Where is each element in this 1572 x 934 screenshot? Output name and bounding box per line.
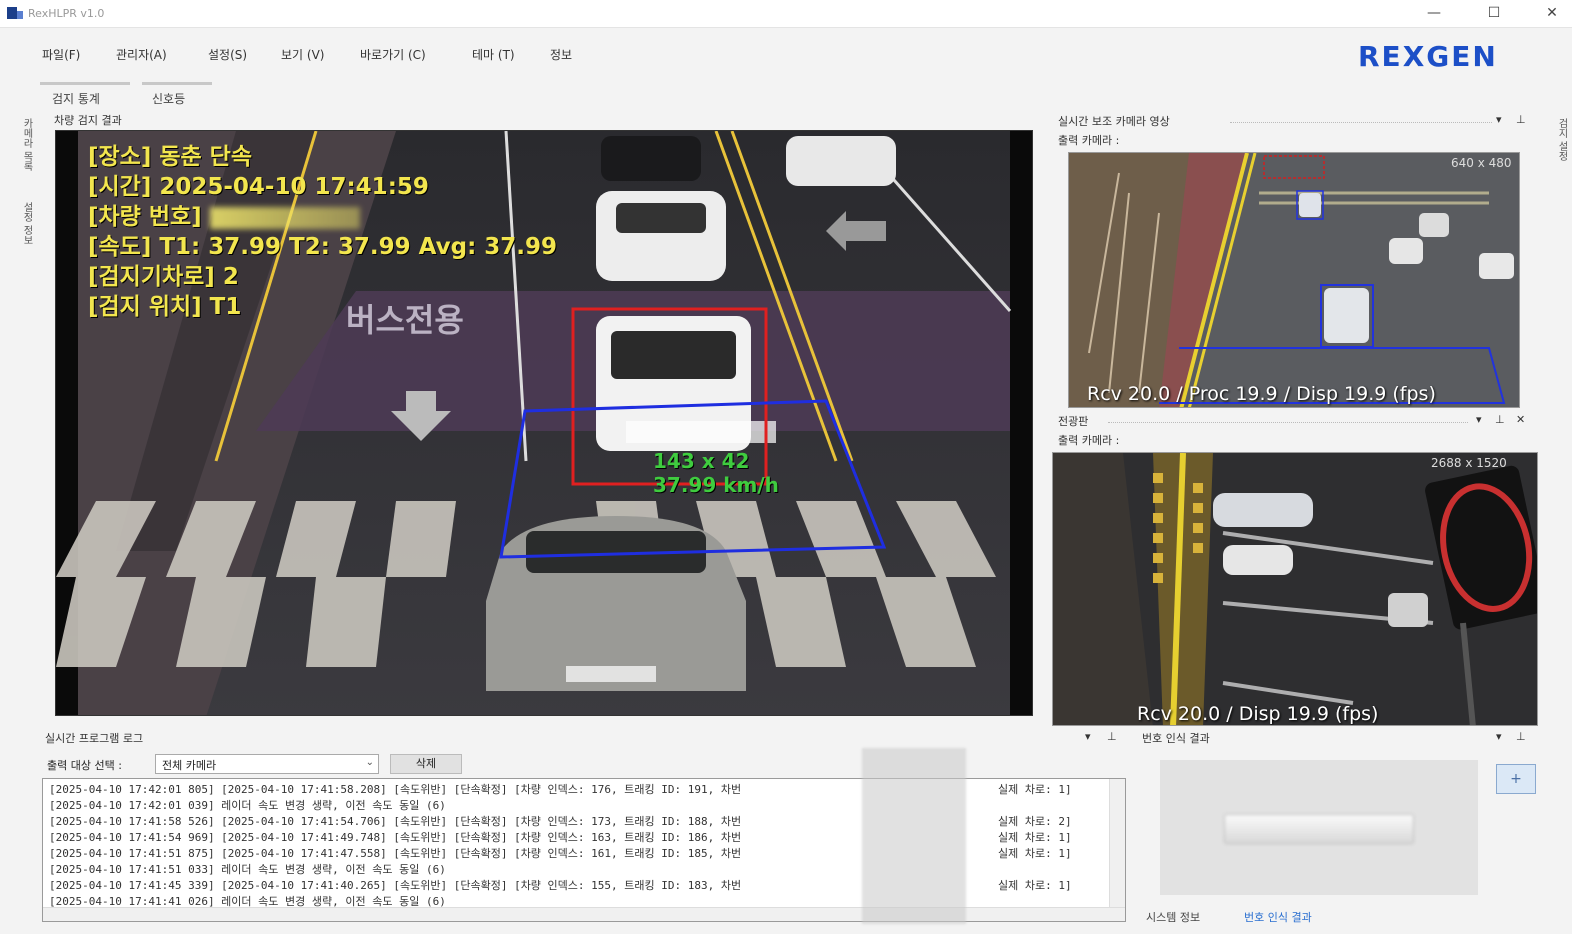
tab-underline (40, 82, 130, 85)
tab-system-info[interactable]: 시스템 정보 (1146, 909, 1200, 925)
tab-detect-stats[interactable]: 검지 통계 (52, 90, 100, 107)
panorama-fps: Rcv 20.0 / Disp 19.9 (fps) (1137, 703, 1379, 725)
plate-action-button[interactable]: + (1496, 764, 1536, 794)
pin-icon[interactable]: ⊥ (1516, 113, 1526, 126)
log-line: [2025-04-10 17:42:01 805] [2025-04-10 17… (49, 783, 742, 796)
minimize-button[interactable]: — (1420, 2, 1448, 24)
pin-icon[interactable]: ⊥ (1516, 730, 1526, 743)
redaction-blur (862, 748, 966, 924)
log-line: [2025-04-10 17:41:45 339] [2025-04-10 17… (49, 879, 742, 892)
log-line: [2025-04-10 17:42:01 039] 레이더 속도 변경 생략, … (49, 799, 446, 812)
dropdown-icon[interactable]: ▾ (1085, 730, 1091, 743)
app-icon (7, 7, 23, 19)
overlay-location: [장소] 동춘 단속 (88, 144, 252, 170)
menu-bar: 파일(F) 관리자(A) 설정(S) 보기 (V) 바로가기 (C) 테마 (T… (0, 28, 1572, 80)
menu-file[interactable]: 파일(F) (42, 46, 80, 63)
side-tab-camera-list[interactable]: 카메라 목록 (14, 118, 34, 171)
log-line: [2025-04-10 17:41:58 526] [2025-04-10 17… (49, 815, 742, 828)
tab-traffic-light[interactable]: 신호등 (152, 90, 185, 107)
log-target-value: 전체 카메라 (162, 759, 217, 772)
log-vertical-scrollbar[interactable] (1109, 779, 1125, 907)
dropdown-icon[interactable]: ▾ (1476, 413, 1482, 426)
dropdown-icon[interactable]: ▾ (1496, 730, 1502, 743)
panorama-subtitle: 출력 카메라 : (1058, 434, 1120, 447)
overlay-time: [시간] 2025-04-10 17:41:59 (88, 174, 429, 200)
log-line: [2025-04-10 17:41:51 875] [2025-04-10 17… (49, 847, 742, 860)
log-line-tail: 실제 차로: 2] (998, 815, 1072, 828)
right-dock-tabs: 검지 설정 (1545, 110, 1571, 200)
license-plate-image (1224, 814, 1414, 844)
aux-fps: Rcv 20.0 / Proc 19.9 / Disp 19.9 (fps) (1087, 383, 1436, 405)
menu-shortcut[interactable]: 바로가기 (C) (360, 46, 426, 63)
side-tab-settings-info[interactable]: 설정 정보 (14, 202, 34, 245)
panorama-resolution: 2688 x 1520 (1431, 456, 1507, 470)
main-panel-caption: 차량 검지 결과 (54, 114, 122, 127)
log-panel-header: 실시간 프로그램 로그 ▾ ⊥ (45, 730, 1125, 748)
log-line-tail: 실제 차로: 1] (998, 879, 1072, 892)
menu-info[interactable]: 정보 (550, 46, 572, 63)
pin-icon[interactable]: ⊥ (1107, 730, 1117, 743)
main-video-feed[interactable]: 버스전용 [장소] 동춘 단속 [시간] 2025-04-10 17:41:59… (55, 130, 1033, 716)
aux-camera-title: 실시간 보조 카메라 영상 (1058, 115, 1170, 128)
overlay-position: [검지 위치] T1 (88, 294, 242, 320)
close-icon[interactable]: ✕ (1516, 413, 1525, 426)
aux-camera-header: 실시간 보조 카메라 영상 ▾ ⊥ (1058, 113, 1536, 131)
overlay-plate: [차량 번호] (88, 197, 360, 231)
aux-camera-feed[interactable]: 640 x 480 Rcv 20.0 / Proc 19.9 / Disp 19… (1068, 152, 1520, 408)
menu-admin[interactable]: 관리자(A) (116, 46, 167, 63)
log-line-tail: 실제 차로: 1] (998, 783, 1072, 796)
detection-speed: 37.99 km/h (653, 473, 779, 497)
panorama-header: 전광판 ▾ ⊥ ✕ (1058, 413, 1536, 431)
aux-resolution: 640 x 480 (1451, 156, 1512, 170)
pin-icon[interactable]: ⊥ (1495, 413, 1505, 426)
log-line-tail: 실제 차로: 1] (998, 831, 1072, 844)
plate-image-area (1160, 760, 1478, 895)
title-bar: RexHLPR v1.0 — ☐ ✕ (0, 0, 1572, 28)
brand-logo: REXGEN (1358, 40, 1498, 73)
detection-size: 143 x 42 (653, 449, 750, 473)
tab-plate-result[interactable]: 번호 인식 결과 (1244, 909, 1312, 925)
plate-blur (209, 206, 360, 229)
panorama-scene (1053, 453, 1537, 725)
log-line-tail: 실제 차로: 1] (998, 847, 1072, 860)
window-title: RexHLPR v1.0 (28, 7, 105, 20)
log-target-label: 출력 대상 선택 : (47, 759, 122, 772)
chevron-down-icon: ⌄ (365, 757, 374, 768)
tab-underline (142, 82, 212, 85)
log-target-select[interactable]: 전체 카메라 ⌄ (155, 754, 379, 774)
aux-camera-subtitle: 출력 카메라 : (1058, 134, 1120, 147)
menu-settings[interactable]: 설정(S) (208, 46, 247, 63)
dock-grip (1108, 422, 1468, 423)
road-marking-text: 버스전용 (346, 301, 464, 339)
overlay-lane: [검지기차로] 2 (88, 264, 239, 290)
menu-theme[interactable]: 테마 (T) (472, 46, 515, 63)
panorama-title: 전광판 (1058, 415, 1089, 428)
maximize-button[interactable]: ☐ (1480, 2, 1508, 24)
plate-panel-title: 번호 인식 결과 (1142, 732, 1210, 745)
log-delete-button[interactable]: 삭제 (390, 754, 462, 774)
dock-grip (1230, 122, 1492, 123)
side-tab-detect-settings[interactable]: 검지 설정 (1549, 118, 1569, 161)
close-button[interactable]: ✕ (1538, 2, 1566, 24)
log-line: [2025-04-10 17:41:54 969] [2025-04-10 17… (49, 831, 742, 844)
log-line: [2025-04-10 17:41:51 033] 레이더 속도 변경 생략, … (49, 863, 446, 876)
menu-view[interactable]: 보기 (V) (281, 46, 324, 63)
aux-scene (1069, 153, 1519, 407)
dropdown-icon[interactable]: ▾ (1496, 113, 1502, 126)
left-dock-tabs: 카메라 목록 설정 정보 (6, 110, 34, 270)
log-panel-title: 실시간 프로그램 로그 (45, 732, 144, 745)
app-window: RexHLPR v1.0 — ☐ ✕ 파일(F) 관리자(A) 설정(S) 보기… (0, 0, 1572, 934)
panorama-feed[interactable]: 2688 x 1520 Rcv 20.0 / Disp 19.9 (fps) (1052, 452, 1538, 726)
plate-panel-header: 번호 인식 결과 ▾ ⊥ (1142, 730, 1532, 748)
overlay-speed: [속도] T1: 37.99 T2: 37.99 Avg: 37.99 (88, 234, 558, 260)
